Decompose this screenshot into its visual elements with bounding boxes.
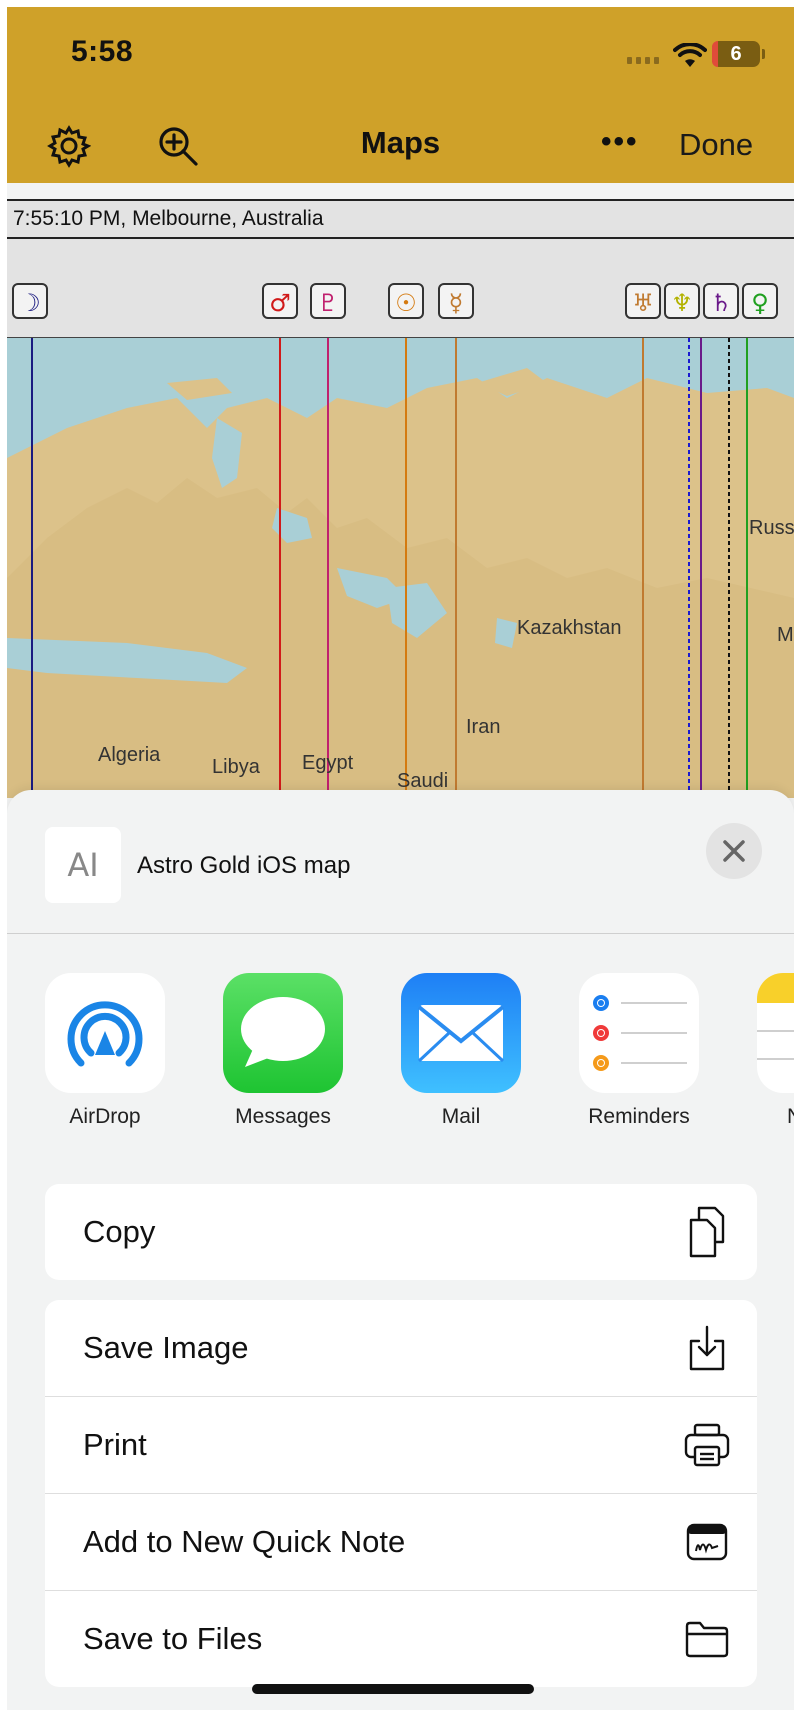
- save-image-action[interactable]: Save Image: [45, 1300, 757, 1397]
- more-button[interactable]: •••: [601, 125, 639, 159]
- printer-icon: [683, 1419, 731, 1471]
- saturn-icon[interactable]: ♄: [703, 283, 739, 319]
- copy-icon: [683, 1206, 731, 1258]
- map-label-algeria: Algeria: [98, 744, 161, 766]
- save-image-icon: [683, 1322, 731, 1374]
- app-reminders[interactable]: Reminders: [577, 973, 701, 1129]
- airdrop-icon: [45, 973, 165, 1093]
- app-label-messages: Messages: [235, 1105, 331, 1128]
- close-icon: [723, 840, 745, 862]
- share-sheet: AI Astro Gold iOS map AirDrop Messages M…: [7, 790, 794, 1710]
- map-label-kazakhstan: Kazakhstan: [517, 617, 622, 639]
- save-image-label: Save Image: [83, 1330, 249, 1365]
- map-canvas: [7, 338, 794, 798]
- map-label-iran: Iran: [466, 716, 501, 738]
- map-label-libya: Libya: [212, 756, 260, 778]
- map-label-russia: Russ: [749, 517, 794, 539]
- quick-note-label: Add to New Quick Note: [83, 1524, 406, 1559]
- save-to-files-action[interactable]: Save to Files: [45, 1591, 757, 1687]
- mercury-icon[interactable]: ☿: [438, 283, 474, 319]
- copy-action[interactable]: Copy: [45, 1184, 757, 1280]
- app-airdrop[interactable]: AirDrop: [43, 973, 167, 1129]
- notes-icon: [757, 973, 794, 1093]
- home-indicator[interactable]: [252, 1684, 534, 1694]
- page-title: Maps: [360, 125, 441, 160]
- share-item-title: Astro Gold iOS map: [137, 852, 351, 879]
- document-icon: AI: [45, 827, 121, 903]
- sun-icon[interactable]: ☉: [388, 283, 424, 319]
- mail-icon: [401, 973, 521, 1093]
- venus-icon[interactable]: ♀: [742, 283, 778, 319]
- action-group-main: Save Image Print Add to New Quick Note S…: [45, 1300, 757, 1687]
- messages-icon: [223, 973, 343, 1093]
- map-label-egypt: Egypt: [302, 752, 354, 774]
- action-group-copy: Copy: [45, 1184, 757, 1280]
- mars-icon[interactable]: ♂: [262, 283, 298, 319]
- wifi-icon: [673, 43, 707, 67]
- pluto-icon[interactable]: ♇: [310, 283, 346, 319]
- app-label-mail: Mail: [441, 1105, 481, 1128]
- cellular-signal-icon: [627, 57, 659, 64]
- uranus-icon[interactable]: ♅: [625, 283, 661, 319]
- world-map[interactable]: Kazakhstan Russ M Iran Algeria Libya Egy…: [7, 338, 794, 798]
- battery-indicator: 6: [712, 41, 765, 67]
- planet-strip: ☽ ♂ ♇ ☉ ☿ ♅ ♆ ♄ ♀: [7, 239, 794, 338]
- done-button[interactable]: Done: [679, 127, 753, 163]
- neptune-icon[interactable]: ♆: [664, 283, 700, 319]
- print-action[interactable]: Print: [45, 1397, 757, 1494]
- folder-icon: [683, 1613, 731, 1665]
- app-mail[interactable]: Mail: [399, 973, 523, 1129]
- moon-icon[interactable]: ☽: [12, 283, 48, 319]
- save-to-files-label: Save to Files: [83, 1621, 263, 1656]
- divider: [7, 933, 794, 934]
- status-time: 5:58: [71, 35, 134, 68]
- app-notes[interactable]: N: [755, 973, 794, 1129]
- app-label-notes: N: [755, 1105, 794, 1129]
- share-screen: 5:58 6 Maps ••• Done 7:55:10 PM, Melbour…: [7, 7, 794, 1710]
- map-time-location: 7:55:10 PM, Melbourne, Australia: [13, 207, 324, 230]
- reminders-icon: [579, 973, 699, 1093]
- map-label-mongolia: M: [777, 624, 794, 646]
- app-label-airdrop: AirDrop: [69, 1105, 141, 1128]
- app-messages[interactable]: Messages: [221, 973, 345, 1129]
- app-label-reminders: Reminders: [588, 1105, 690, 1128]
- map-info-bar: 7:55:10 PM, Melbourne, Australia: [7, 199, 794, 239]
- top-bar: 5:58 6 Maps ••• Done: [7, 7, 794, 183]
- close-button[interactable]: [706, 823, 762, 879]
- copy-label: Copy: [83, 1214, 156, 1249]
- print-label: Print: [83, 1427, 147, 1462]
- quick-note-action[interactable]: Add to New Quick Note: [45, 1494, 757, 1591]
- quick-note-icon: [683, 1516, 731, 1568]
